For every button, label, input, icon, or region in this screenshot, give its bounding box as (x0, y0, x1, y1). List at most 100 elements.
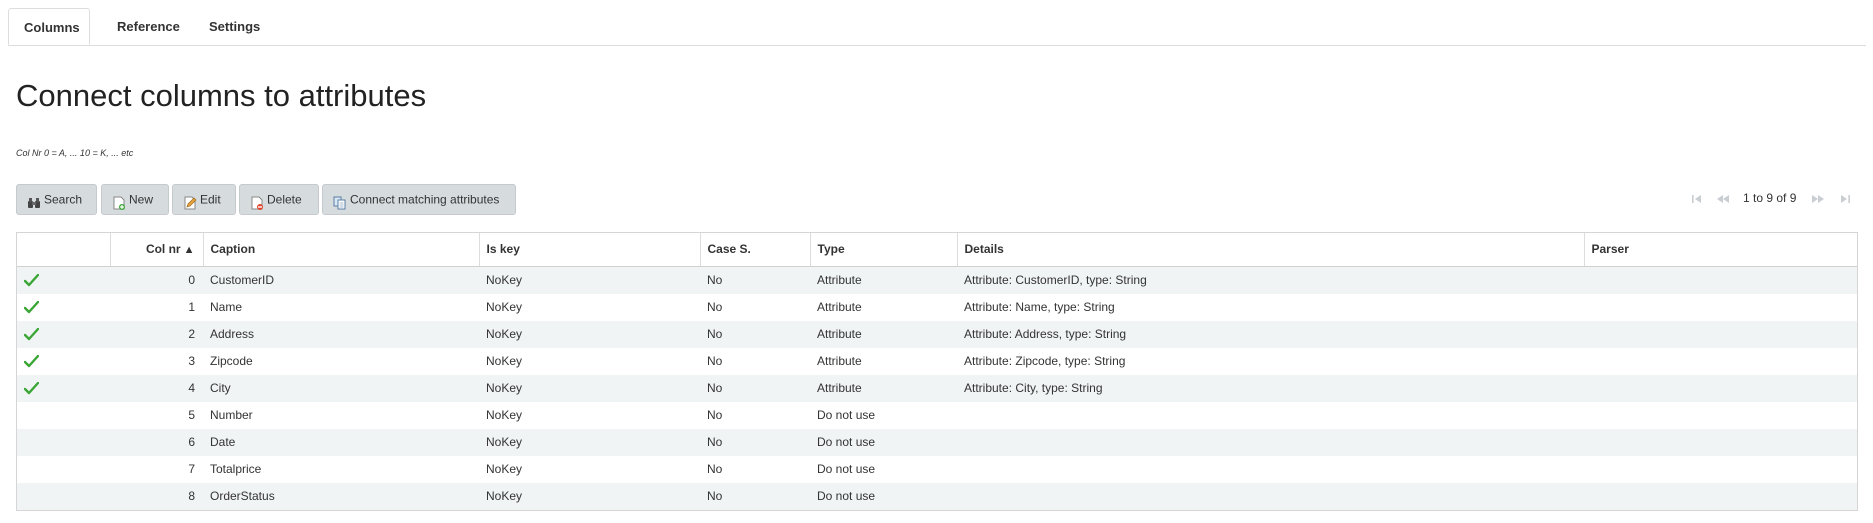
checkmark-icon (23, 273, 40, 287)
last-page-icon[interactable] (1838, 192, 1852, 206)
type-cell: Attribute (810, 347, 957, 375)
table-row[interactable]: 3 Zipcode NoKey No Attribute Attribute: Zipco… (17, 347, 1857, 375)
is-key-cell: NoKey (479, 374, 700, 402)
next-page-icon[interactable] (1811, 192, 1825, 206)
type-cell: Do not use (810, 455, 957, 483)
caption-cell: City (203, 374, 479, 402)
caption-cell: Zipcode (203, 347, 479, 375)
column-header-col-nr[interactable]: Col nr ▲ (110, 233, 204, 267)
search-button-label: Search (44, 192, 83, 207)
table-header-row: Col nr ▲ Caption Is key Case S. Type Deta… (17, 233, 1857, 267)
column-header-caption[interactable]: Caption (203, 233, 480, 267)
details-cell: Attribute: Name, type: String (957, 293, 1584, 321)
connect-matching-attributes-button[interactable]: Connect matching attributes (322, 184, 516, 215)
details-cell (957, 401, 1584, 429)
checkmark-icon (23, 354, 40, 368)
column-header-case-sensitive[interactable]: Case S. (700, 233, 811, 267)
case-sensitive-cell: No (700, 293, 810, 321)
parser-cell (1584, 428, 1857, 456)
column-header-type[interactable]: Type (810, 233, 958, 267)
case-sensitive-cell: No (700, 482, 810, 510)
col-nr-cell: 2 (110, 320, 203, 348)
details-cell: Attribute: Address, type: String (957, 320, 1584, 348)
parser-cell (1584, 266, 1857, 294)
previous-page-icon[interactable] (1716, 192, 1730, 206)
details-cell: Attribute: CustomerID, type: String (957, 266, 1584, 294)
status-cell (17, 266, 110, 294)
column-header-details[interactable]: Details (957, 233, 1585, 267)
delete-button[interactable]: Delete (239, 184, 319, 215)
column-header-parser[interactable]: Parser (1584, 233, 1857, 267)
caption-cell: Address (203, 320, 479, 348)
table-row[interactable]: 4 City NoKey No Attribute Attribute: City, ty… (17, 374, 1857, 402)
tab-columns[interactable]: Columns (8, 8, 90, 45)
type-cell: Do not use (810, 428, 957, 456)
case-sensitive-cell: No (700, 320, 810, 348)
checkmark-icon (23, 327, 40, 341)
tab-settings[interactable]: Settings (195, 8, 274, 45)
case-sensitive-cell: No (700, 428, 810, 456)
case-sensitive-cell: No (700, 266, 810, 294)
pager: 1 to 9 of 9 (1680, 190, 1866, 210)
table-row[interactable]: 0 CustomerID NoKey No Attribute Attribute: Cu… (17, 266, 1857, 294)
status-cell (17, 401, 110, 429)
is-key-cell: NoKey (479, 401, 700, 429)
case-sensitive-cell: No (700, 347, 810, 375)
col-nr-cell: 8 (110, 482, 203, 510)
sort-ascending-icon: ▲ (183, 244, 195, 257)
table-row[interactable]: 5 Number NoKey No Do not use (17, 401, 1857, 429)
details-cell (957, 428, 1584, 456)
edit-document-icon (183, 192, 197, 210)
checkmark-icon (23, 381, 40, 395)
table-row[interactable]: 6 Date NoKey No Do not use (17, 428, 1857, 456)
status-cell (17, 347, 110, 375)
first-page-icon[interactable] (1690, 192, 1704, 206)
search-button[interactable]: Search (16, 184, 97, 215)
table-row[interactable]: 2 Address NoKey No Attribute Attribute: Addre… (17, 320, 1857, 348)
details-cell: Attribute: City, type: String (957, 374, 1584, 402)
delete-document-icon (250, 192, 264, 210)
is-key-cell: NoKey (479, 428, 700, 456)
case-sensitive-cell: No (700, 401, 810, 429)
binoculars-icon (27, 192, 41, 208)
status-cell (17, 293, 110, 321)
col-nr-cell: 0 (110, 266, 203, 294)
status-cell (17, 320, 110, 348)
column-header-is-key[interactable]: Is key (479, 233, 701, 267)
table-row[interactable]: 1 Name NoKey No Attribute Attribute: Name, ty… (17, 293, 1857, 321)
table-row[interactable]: 7 Totalprice NoKey No Do not use (17, 455, 1857, 483)
checkmark-icon (23, 300, 40, 314)
columns-table: Col nr ▲ Caption Is key Case S. Type Deta… (17, 233, 1857, 510)
table-row[interactable]: 8 OrderStatus NoKey No Do not use (17, 482, 1857, 510)
column-number-hint: Col Nr 0 = A, ... 10 = K, ... etc (16, 148, 134, 158)
col-nr-cell: 6 (110, 428, 203, 456)
is-key-cell: NoKey (479, 293, 700, 321)
caption-cell: Name (203, 293, 479, 321)
col-nr-cell: 7 (110, 455, 203, 483)
caption-cell: Totalprice (203, 455, 479, 483)
is-key-cell: NoKey (479, 482, 700, 510)
columns-grid: Col nr ▲ Caption Is key Case S. Type Deta… (16, 232, 1858, 511)
col-nr-header-label: Col nr (145, 242, 181, 257)
parser-cell (1584, 347, 1857, 375)
parser-cell (1584, 293, 1857, 321)
page-title: Connect columns to attributes (16, 78, 427, 113)
type-cell: Do not use (810, 401, 957, 429)
parser-cell (1584, 401, 1857, 429)
copy-documents-icon (333, 192, 347, 210)
status-cell (17, 455, 110, 483)
parser-cell (1584, 482, 1857, 510)
column-header-status (17, 233, 111, 267)
type-cell: Attribute (810, 374, 957, 402)
status-cell (17, 374, 110, 402)
new-button[interactable]: New (101, 184, 169, 215)
is-key-cell: NoKey (479, 320, 700, 348)
parser-cell (1584, 374, 1857, 402)
details-cell (957, 455, 1584, 483)
new-button-label: New (129, 192, 154, 207)
edit-button[interactable]: Edit (172, 184, 236, 215)
tab-reference[interactable]: Reference (103, 8, 194, 45)
new-document-icon (112, 192, 126, 210)
type-cell: Attribute (810, 266, 957, 294)
type-cell: Attribute (810, 293, 957, 321)
